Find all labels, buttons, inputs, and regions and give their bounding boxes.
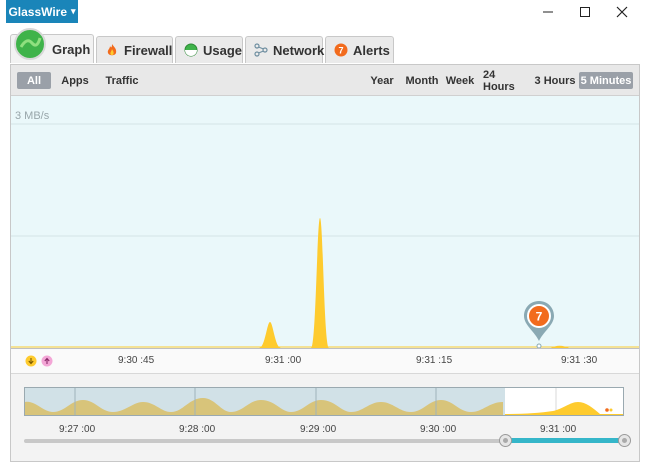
navigator-traffic — [25, 398, 503, 415]
minimize-button[interactable] — [538, 3, 558, 21]
alert-marker[interactable]: 7 — [521, 299, 557, 349]
alert-marker-count: 7 — [536, 310, 543, 324]
traffic-peak — [311, 218, 329, 348]
tab-graph-label: Graph — [52, 41, 91, 57]
alerts-badge-count: 7 — [338, 46, 343, 56]
upload-arrow-icon — [41, 355, 53, 367]
filter-bar: All Apps Traffic Year Month Week 24 Hour… — [11, 65, 639, 96]
navigator-tick: 9:27 :00 — [59, 424, 96, 435]
range-slider-start-handle[interactable] — [499, 434, 512, 447]
navigator-tick: 9:30 :00 — [420, 424, 457, 435]
close-button[interactable] — [612, 3, 632, 21]
time-axis: 9:30 :45 9:31 :00 9:31 :15 9:31 :30 — [11, 348, 639, 374]
time-tick: 9:31 :00 — [265, 355, 302, 366]
timeline-navigator[interactable] — [24, 387, 624, 416]
maximize-button[interactable] — [575, 3, 595, 21]
navigator-tick: 9:31 :00 — [540, 424, 577, 435]
tab-usage-label: Usage — [203, 42, 243, 58]
traffic-chart[interactable]: 3 MB/s 7 — [11, 96, 639, 349]
navigator-tick: 9:28 :00 — [179, 424, 216, 435]
chevron-down-icon: ▾ — [71, 6, 76, 16]
usage-icon — [184, 43, 198, 57]
range-year-button[interactable]: Year — [367, 72, 397, 89]
range-slider-selection — [506, 438, 624, 443]
download-arrow-icon — [25, 355, 37, 367]
tab-usage[interactable]: Usage — [175, 36, 243, 63]
time-tick: 9:31 :30 — [561, 355, 598, 366]
minimize-icon — [543, 11, 553, 13]
range-slider-end-handle[interactable] — [618, 434, 631, 447]
tab-firewall[interactable]: Firewall — [96, 36, 173, 63]
filter-all-button[interactable]: All — [17, 72, 51, 89]
tab-network[interactable]: Network — [245, 36, 325, 63]
app-menu-button[interactable]: GlassWire ▾ — [6, 0, 78, 23]
maximize-icon — [580, 7, 590, 17]
graph-panel: All Apps Traffic Year Month Week 24 Hour… — [10, 64, 640, 462]
graph-icon — [14, 28, 46, 60]
time-tick: 9:31 :15 — [416, 355, 453, 366]
range-5min-button[interactable]: 5 Minutes — [579, 72, 633, 89]
range-3h-button[interactable]: 3 Hours — [534, 72, 576, 89]
close-icon — [616, 6, 628, 18]
time-tick: 9:30 :45 — [118, 355, 155, 366]
tab-graph[interactable]: Graph — [10, 28, 94, 63]
range-24h-button[interactable]: 24 Hours — [483, 69, 529, 93]
filter-traffic-button[interactable]: Traffic — [103, 72, 141, 89]
tab-alerts-label: Alerts — [353, 42, 390, 58]
network-icon — [254, 43, 268, 57]
app-menu-label: GlassWire — [8, 4, 68, 19]
range-week-button[interactable]: Week — [445, 72, 475, 89]
tab-firewall-label: Firewall — [124, 42, 173, 58]
navigator-alert-dot — [605, 408, 609, 412]
navigator-chart-svg — [25, 388, 623, 415]
filter-apps-button[interactable]: Apps — [59, 72, 91, 89]
flame-icon — [107, 44, 117, 56]
navigator-tick: 9:29 :00 — [300, 424, 337, 435]
range-month-button[interactable]: Month — [404, 72, 440, 89]
alert-pin-icon: 7 — [524, 301, 554, 349]
tab-alerts[interactable]: 7 Alerts — [325, 36, 394, 63]
tab-network-label: Network — [273, 42, 325, 58]
traffic-peak — [259, 322, 281, 348]
navigator-alert-dot — [609, 408, 613, 412]
alert-badge-icon: 7 — [334, 43, 348, 57]
